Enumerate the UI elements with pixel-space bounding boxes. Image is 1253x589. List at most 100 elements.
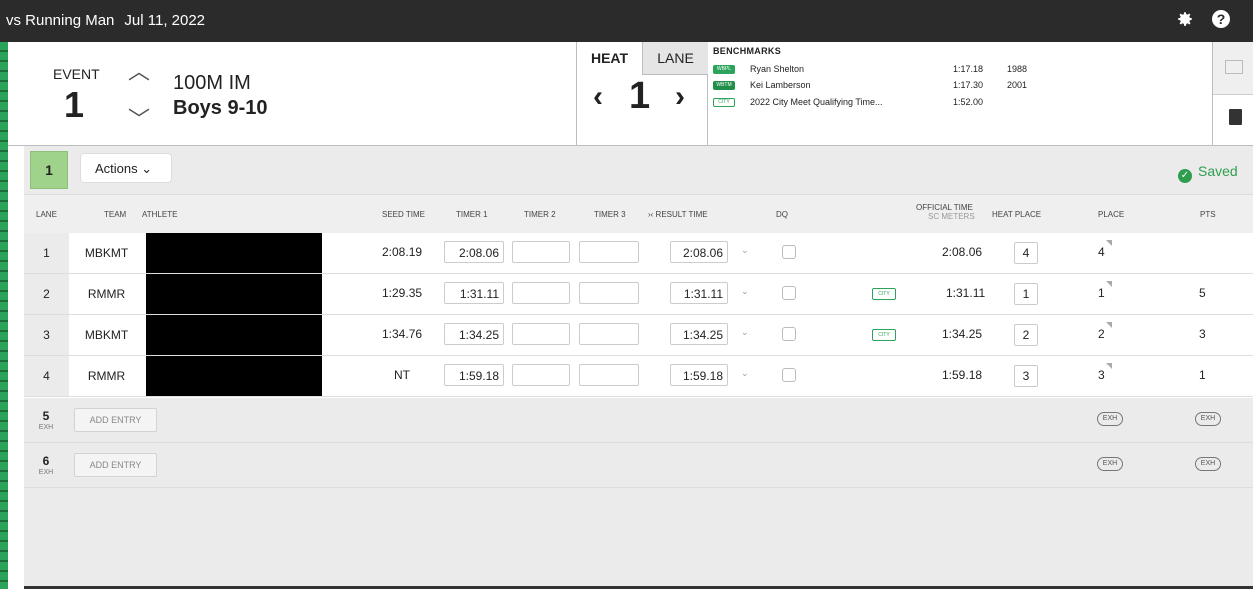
athlete-redacted[interactable] [146,315,322,355]
meet-name: vs Running Man [6,12,115,29]
team-name: RMMR [87,369,126,383]
athlete-redacted[interactable] [146,356,322,396]
exh-badge-place: EXH [1097,457,1123,471]
benchmark-row: WBPL Ryan Shelton 1:17.18 1988 [713,64,1203,76]
dq-checkbox[interactable] [782,327,796,341]
timer1-input[interactable]: 1:34.25 [444,323,504,345]
city-qualifier-badge: CITY [872,288,896,300]
timer2-input[interactable] [512,241,570,263]
place-value[interactable]: 3 [1098,363,1112,382]
team-name: MBKMT [84,246,129,260]
col-pts: PTS [1200,210,1216,219]
dq-checkbox[interactable] [782,368,796,382]
result-time-input[interactable]: 1:31.11 [670,282,728,304]
result-time-input[interactable]: 2:08.06 [670,241,728,263]
heat-place-input[interactable]: 3 [1014,365,1038,387]
timer2-input[interactable] [512,323,570,345]
col-timer3: TIMER 3 [594,210,626,219]
col-dq: DQ [776,210,788,219]
benchmark-tag: WBTM [713,81,735,90]
heat-place-input[interactable]: 1 [1014,283,1038,305]
heat-place-input[interactable]: 2 [1014,324,1038,346]
tab-heat[interactable]: HEAT [577,42,642,74]
chevron-down-icon[interactable]: ⌄ [741,368,749,379]
city-qualifier-badge: CITY [872,329,896,341]
timer1-input[interactable]: 1:31.11 [444,282,504,304]
column-headers: LANE TEAM ATHLETE SEED TIME TIMER 1 TIME… [24,194,1253,234]
saved-status: ✓ Saved [1178,163,1238,183]
timer1-input[interactable]: 1:59.18 [444,364,504,386]
actions-dropdown[interactable]: Actions ⌄ [80,153,172,183]
timer3-input[interactable] [579,241,639,263]
benchmark-year: 2001 [1007,80,1028,90]
benchmark-row: WBTM Kei Lamberson 1:17.30 2001 [713,80,1203,92]
event-group: Boys 9-10 [173,97,268,119]
heat-place-input[interactable]: 4 [1014,242,1038,264]
chevron-down-icon[interactable]: ⌄ [741,245,749,256]
benchmark-time: 1:17.18 [952,64,983,74]
saved-label: Saved [1198,163,1238,179]
lane-sub: EXH [38,424,54,431]
athlete-redacted[interactable] [146,233,322,273]
benchmarks-panel: BENCHMARKS WBPL Ryan Shelton 1:17.18 198… [708,42,1204,145]
timer3-input[interactable] [579,323,639,345]
table-row[interactable]: 2 RMMR 1:29.35 1:31.11 1:31.11 ⌄ CITY 1:… [24,274,1253,315]
result-time-input[interactable]: 1:59.18 [670,364,728,386]
chevron-right-icon[interactable]: › [675,80,685,114]
table-row[interactable]: 3 MBKMT 1:34.76 1:34.25 1:34.25 ⌄ CITY 1… [24,315,1253,356]
pts-value: 3 [1199,327,1206,341]
podium-icon[interactable] [1213,42,1253,95]
benchmark-tag: CITY [713,98,735,107]
gear-icon[interactable] [1176,10,1194,28]
timer2-input[interactable] [512,364,570,386]
lane-number: 6 [42,454,50,468]
chevron-down-icon[interactable]: ⌄ [741,327,749,338]
chevron-up-icon[interactable]: ︿ [128,54,150,86]
add-entry-button[interactable]: ADD ENTRY [74,453,157,477]
exh-badge-pts: EXH [1195,412,1221,426]
add-entry-button[interactable]: ADD ENTRY [74,408,157,432]
chevron-down-icon[interactable]: ⌄ [741,286,749,297]
col-seed-time: SEED TIME [382,210,425,219]
lane-sub: EXH [38,469,54,476]
col-official-sub: SC METERS [928,212,975,221]
col-athlete: ATHLETE [142,210,178,219]
table-row[interactable]: 1 MBKMT 2:08.19 2:08.06 2:08.06 ⌄ 2:08.0… [24,233,1253,274]
timer3-input[interactable] [579,282,639,304]
col-result-time: ›‹ RESULT TIME [648,210,708,219]
chevron-left-icon[interactable]: ‹ [593,80,603,114]
lane-number: 1 [24,233,69,273]
seed-time: 1:34.76 [382,327,423,341]
lane-strip [0,42,8,589]
seed-time: NT [394,368,410,382]
empty-lane-row: 5 EXH ADD ENTRY EXH EXH [24,398,1253,443]
col-timer1: TIMER 1 [456,210,488,219]
result-time-input[interactable]: 1:34.25 [670,323,728,345]
official-time: 1:31.11 [946,286,986,300]
place-value[interactable]: 1 [1098,281,1112,300]
timer3-input[interactable] [579,364,639,386]
table-row[interactable]: 4 RMMR NT 1:59.18 1:59.18 ⌄ 1:59.18 3 3 … [24,356,1253,397]
book-icon[interactable] [1229,109,1242,125]
help-icon[interactable]: ? [1212,10,1230,28]
dq-checkbox[interactable] [782,286,796,300]
timer1-input[interactable]: 2:08.06 [444,241,504,263]
team-name: RMMR [87,287,126,301]
pts-value: 5 [1199,286,1206,300]
tab-lane[interactable]: LANE [642,42,708,75]
top-bar: vs Running Man Jul 11, 2022 ? [0,0,1253,42]
col-timer2: TIMER 2 [524,210,556,219]
seed-time: 1:29.35 [382,286,423,300]
action-bar [24,146,1253,194]
place-value[interactable]: 4 [1098,240,1112,259]
meet-date: Jul 11, 2022 [124,12,206,29]
team-name: MBKMT [84,328,129,342]
lane-number: 2 [24,274,69,314]
timer2-input[interactable] [512,282,570,304]
chevron-down-icon[interactable]: ﹀ [128,102,150,134]
heat-tab-1[interactable]: 1 [30,151,68,189]
dq-checkbox[interactable] [782,245,796,259]
seed-time: 2:08.19 [382,245,423,259]
place-value[interactable]: 2 [1098,322,1112,341]
athlete-redacted[interactable] [146,274,322,314]
